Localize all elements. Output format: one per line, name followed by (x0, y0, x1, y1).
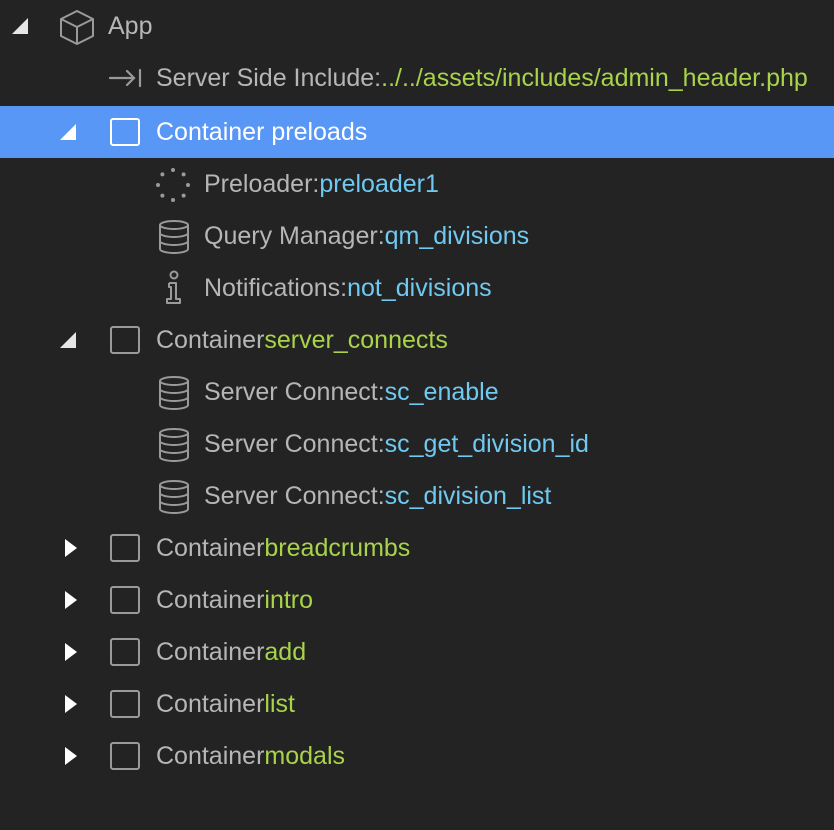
tree-node-container-server-connects[interactable]: Container server_connects (0, 314, 834, 366)
expand-triangle-icon[interactable] (60, 590, 80, 610)
tree-node-server-connect-sc-enable[interactable]: Server Connect: sc_enable (0, 366, 834, 418)
tree-node-container-intro[interactable]: Container intro (0, 574, 834, 626)
spinner-dots-icon (154, 166, 192, 204)
container-icon (110, 742, 140, 770)
expand-triangle-icon[interactable] (60, 746, 80, 766)
tree-node-label: Container breadcrumbs (156, 533, 411, 562)
tree-node-preloader[interactable]: Preloader: preloader1 (0, 158, 834, 210)
tree-node-server-connect-sc-get-division-id[interactable]: Server Connect: sc_get_division_id (0, 418, 834, 470)
tree-node-container-list[interactable]: Container list (0, 678, 834, 730)
database-icon (156, 427, 192, 463)
arrow-right-bar-icon (108, 66, 144, 90)
tree-node-label: Container server_connects (156, 325, 448, 354)
database-icon (156, 219, 192, 255)
tree-node-label: Server Connect: sc_get_division_id (204, 429, 589, 458)
tree-node-container-modals[interactable]: Container modals (0, 730, 834, 782)
tree-node-container-breadcrumbs[interactable]: Container breadcrumbs (0, 522, 834, 574)
tree-node-label: Container modals (156, 741, 345, 770)
tree-node-notifications[interactable]: Notifications: not_divisions (0, 262, 834, 314)
collapse-triangle-icon[interactable] (58, 122, 78, 142)
app-structure-panel: App Server Side Include: ../../assets/in… (0, 0, 834, 830)
database-icon (156, 479, 192, 515)
tree-node-server-side-include[interactable]: Server Side Include: ../../assets/includ… (0, 52, 834, 104)
tree-node-label: Server Connect: sc_enable (204, 377, 499, 406)
container-icon (110, 586, 140, 614)
tree-node-server-connect-sc-division-list[interactable]: Server Connect: sc_division_list (0, 470, 834, 522)
tree-node-label: Query Manager: qm_divisions (204, 221, 530, 250)
tree-node-label: Preloader: preloader1 (204, 169, 439, 198)
tree-node-container-add[interactable]: Container add (0, 626, 834, 678)
container-icon (110, 534, 140, 562)
tree-node-label: Container preloads (156, 117, 368, 146)
database-icon (156, 375, 192, 411)
expand-triangle-icon[interactable] (60, 694, 80, 714)
tree-node-label: Notifications: not_divisions (204, 273, 492, 302)
container-icon (110, 118, 140, 146)
container-icon (110, 326, 140, 354)
tree-node-label: Container list (156, 689, 295, 718)
info-icon (162, 270, 186, 306)
tree-node-label: App (108, 11, 153, 40)
tree-node-container-preloads[interactable]: Container preloads (0, 106, 834, 158)
tree-node-app[interactable]: App (0, 0, 834, 52)
tree-node-label: Server Side Include: ../../assets/includ… (156, 63, 808, 92)
tree-node-label: Server Connect: sc_division_list (204, 481, 552, 510)
tree-node-query-manager[interactable]: Query Manager: qm_divisions (0, 210, 834, 262)
collapse-triangle-icon[interactable] (10, 16, 30, 36)
expand-triangle-icon[interactable] (60, 642, 80, 662)
cube-icon (58, 8, 96, 46)
container-icon (110, 638, 140, 666)
container-icon (110, 690, 140, 718)
collapse-triangle-icon[interactable] (58, 330, 78, 350)
tree-node-label: Container add (156, 637, 307, 666)
tree-node-label: Container intro (156, 585, 314, 614)
expand-triangle-icon[interactable] (60, 538, 80, 558)
